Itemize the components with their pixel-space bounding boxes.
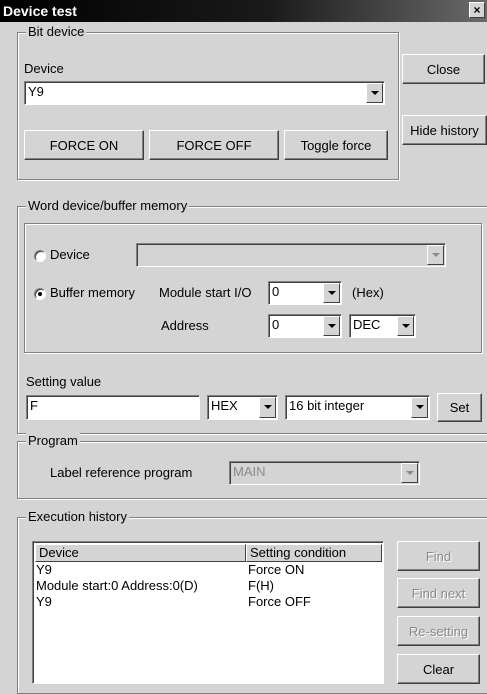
execution-history-group: Execution history Device Setting conditi… <box>17 509 487 694</box>
column-header-setting-condition[interactable]: Setting condition <box>246 544 382 562</box>
history-list[interactable]: Device Setting condition Y9 Force ON Mod… <box>32 541 384 684</box>
device-test-dialog: Bit device Device Y9 FORCE ON FORCE OFF … <box>0 22 487 694</box>
program-group: Program Label reference program MAIN <box>17 433 487 499</box>
label-program-value: MAIN <box>233 464 266 479</box>
find-next-button[interactable]: Find next <box>397 578 480 608</box>
setting-value-text: F <box>30 398 38 413</box>
address-value: 0 <box>272 317 280 332</box>
word-device-group: Word device/buffer memory Device Buffer … <box>17 198 487 434</box>
close-icon[interactable]: × <box>469 2 485 18</box>
address-combo[interactable]: 0 <box>268 314 342 338</box>
list-item[interactable]: Y9 Force ON <box>36 562 381 578</box>
module-start-label: Module start I/O <box>159 285 252 300</box>
radix-combo[interactable]: HEX <box>207 395 278 420</box>
word-device-combo <box>136 243 446 267</box>
row-condition: Force OFF <box>248 594 311 609</box>
label-program-combo: MAIN <box>229 461 420 485</box>
column-header-device[interactable]: Device <box>35 544 246 562</box>
device-radio[interactable] <box>34 250 46 262</box>
title-bar: Device test × <box>0 0 487 22</box>
force-on-button[interactable]: FORCE ON <box>24 130 144 160</box>
row-condition: F(H) <box>248 578 274 593</box>
label-reference-label: Label reference program <box>50 465 193 480</box>
buffer-memory-radio[interactable] <box>34 288 46 300</box>
force-off-button[interactable]: FORCE OFF <box>149 130 279 160</box>
chevron-down-icon[interactable] <box>411 397 428 418</box>
toggle-force-button[interactable]: Toggle force <box>284 130 388 160</box>
hide-history-button[interactable]: Hide history <box>402 115 487 145</box>
window-title: Device test <box>3 3 77 19</box>
clear-button[interactable]: Clear <box>397 654 480 684</box>
module-start-value: 0 <box>272 284 280 299</box>
bit-device-legend: Bit device <box>26 24 87 39</box>
address-label: Address <box>161 318 209 333</box>
data-type-value: 16 bit integer <box>289 398 365 413</box>
data-type-combo[interactable]: 16 bit integer <box>285 395 430 420</box>
list-item[interactable]: Y9 Force OFF <box>36 594 381 610</box>
bit-device-combo[interactable]: Y9 <box>24 81 385 105</box>
chevron-down-icon[interactable] <box>323 283 340 303</box>
list-item[interactable]: Module start:0 Address:0(D) F(H) <box>36 578 381 594</box>
chevron-down-icon <box>401 463 418 483</box>
close-button[interactable]: Close <box>402 54 485 84</box>
bit-device-value: Y9 <box>28 84 44 99</box>
row-device: Module start:0 Address:0(D) <box>36 578 198 593</box>
setting-value-input[interactable]: F <box>26 395 200 420</box>
chevron-down-icon <box>427 245 444 265</box>
resetting-button[interactable]: Re-setting <box>397 616 480 646</box>
chevron-down-icon[interactable] <box>397 316 414 336</box>
program-legend: Program <box>26 433 80 448</box>
buffer-memory-label[interactable]: Buffer memory <box>50 285 135 300</box>
address-format-value: DEC <box>353 317 381 332</box>
bit-device-group: Bit device Device Y9 FORCE ON FORCE OFF … <box>17 24 399 180</box>
row-condition: Force ON <box>248 562 305 577</box>
device-radio-label[interactable]: Device <box>50 247 90 262</box>
setting-value-label: Setting value <box>26 374 102 389</box>
row-device: Y9 <box>36 594 52 609</box>
execution-history-legend: Execution history <box>26 509 129 524</box>
chevron-down-icon[interactable] <box>259 397 276 418</box>
hex-label: (Hex) <box>352 285 384 300</box>
radix-value: HEX <box>211 398 238 413</box>
address-format-combo[interactable]: DEC <box>349 314 416 338</box>
row-device: Y9 <box>36 562 52 577</box>
word-device-legend: Word device/buffer memory <box>26 198 190 213</box>
device-label: Device <box>24 61 64 76</box>
find-button[interactable]: Find <box>397 541 480 571</box>
chevron-down-icon[interactable] <box>366 83 383 103</box>
set-button[interactable]: Set <box>437 393 482 422</box>
module-start-combo[interactable]: 0 <box>268 281 342 305</box>
chevron-down-icon[interactable] <box>323 316 340 336</box>
